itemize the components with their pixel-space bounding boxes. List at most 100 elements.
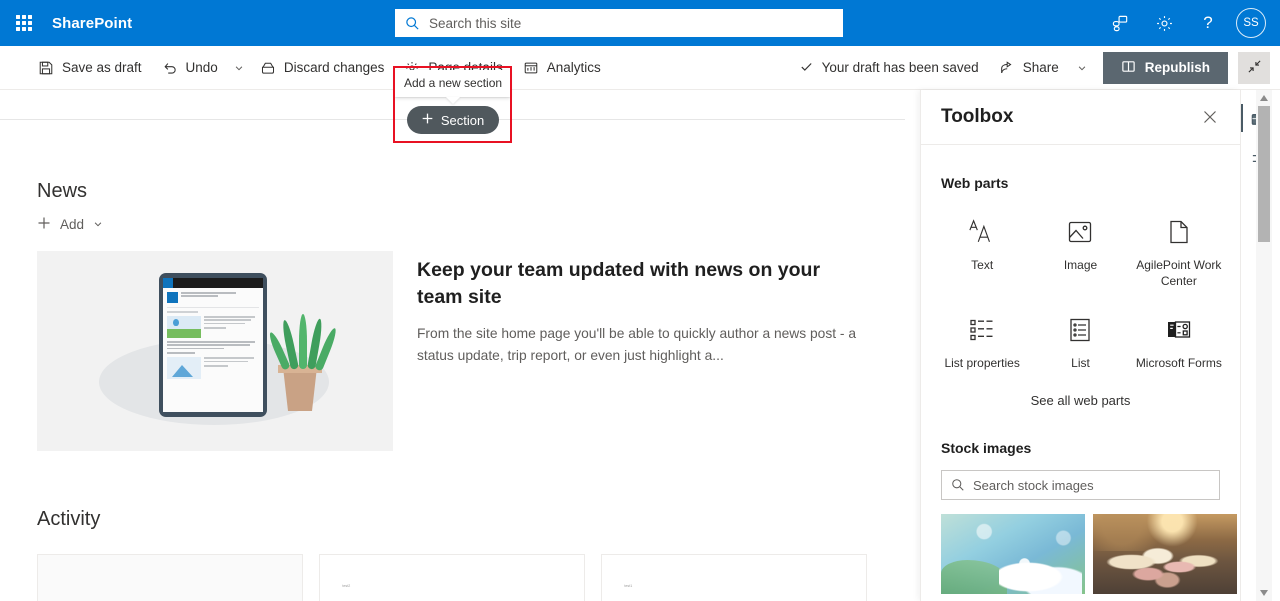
- command-bar-right: Your draft has been saved Share Republis…: [791, 48, 1270, 88]
- gear-icon[interactable]: [1144, 0, 1184, 46]
- stock-image-thumbnail[interactable]: [941, 514, 1085, 594]
- command-bar: Save as draft Undo Discard changes Page …: [0, 46, 1280, 90]
- toolbox-header: Toolbox: [921, 90, 1240, 145]
- web-part-label: Image: [1063, 258, 1098, 272]
- help-icon[interactable]: ?: [1188, 0, 1228, 46]
- undo-dropdown-chevron-down-icon[interactable]: [228, 48, 250, 88]
- undo-button[interactable]: Undo: [152, 48, 228, 88]
- news-add-button[interactable]: Add: [37, 216, 109, 233]
- news-thumbnail-illustration[interactable]: [37, 251, 393, 451]
- republish-label: Republish: [1144, 60, 1210, 75]
- scroll-down-arrow-icon[interactable]: [1256, 585, 1272, 601]
- draft-saved-status: Your draft has been saved: [791, 59, 987, 77]
- save-as-draft-button[interactable]: Save as draft: [28, 48, 152, 88]
- stock-image-thumbnail[interactable]: [1093, 514, 1237, 594]
- stock-images-grid: [921, 500, 1240, 594]
- news-add-label: Add: [60, 217, 85, 232]
- collapse-arrows-icon: [1247, 59, 1262, 77]
- tablet-illustration: [159, 273, 267, 417]
- close-icon[interactable]: [1196, 103, 1224, 131]
- stock-images-heading: Stock images: [941, 440, 1032, 456]
- web-parts-heading: Web parts: [941, 175, 1009, 191]
- web-part-label: Microsoft Forms: [1135, 356, 1222, 370]
- collapse-ribbon-button[interactable]: [1238, 51, 1270, 84]
- plus-icon: [37, 216, 51, 233]
- see-all-web-parts-link[interactable]: See all web parts: [1031, 393, 1131, 408]
- site-search-input[interactable]: [429, 15, 833, 31]
- analytics-button[interactable]: Analytics: [513, 48, 611, 88]
- suite-brand-sharepoint[interactable]: SharePoint: [48, 15, 132, 32]
- list-icon: [1067, 313, 1093, 347]
- share-button[interactable]: Share: [989, 48, 1069, 88]
- feedback-icon[interactable]: [1100, 0, 1140, 46]
- draft-saved-label: Your draft has been saved: [821, 60, 979, 75]
- waffle-icon: [16, 15, 32, 31]
- add-section-callout: Add a new section Section: [395, 70, 510, 134]
- activity-card-label: test2: [342, 583, 351, 588]
- news-card[interactable]: Keep your team updated with news on your…: [37, 251, 879, 451]
- activity-web-part: Activity test2 test1: [37, 506, 897, 601]
- command-bar-left: Save as draft Undo Discard changes Page …: [0, 48, 611, 88]
- add-section-label: Section: [440, 112, 485, 128]
- web-part-label: AgilePoint Work Center: [1136, 258, 1222, 288]
- app-launcher-button[interactable]: [0, 0, 48, 46]
- document-icon: [1166, 215, 1192, 249]
- web-part-agilepoint-work-center[interactable]: AgilePoint Work Center: [1130, 205, 1228, 297]
- checkmark-icon: [799, 59, 814, 77]
- news-card-title[interactable]: Keep your team updated with news on your…: [417, 257, 857, 311]
- scroll-up-arrow-icon[interactable]: [1256, 90, 1272, 106]
- list-properties-icon: [968, 313, 996, 347]
- save-icon: [38, 60, 54, 76]
- toolbox-title: Toolbox: [941, 106, 1014, 127]
- activity-heading: Activity: [37, 508, 101, 530]
- news-add-chevron-down-icon: [93, 217, 103, 232]
- analytics-icon: [523, 60, 539, 76]
- web-part-text[interactable]: Text: [933, 205, 1031, 297]
- text-icon: [967, 215, 997, 249]
- share-icon: [999, 60, 1015, 76]
- web-part-list[interactable]: List: [1031, 303, 1129, 379]
- suite-bar: SharePoint Search this site ? SS: [0, 0, 1280, 46]
- share-dropdown-chevron-down-icon[interactable]: [1071, 48, 1093, 88]
- activity-card[interactable]: test2: [319, 554, 585, 601]
- save-as-draft-label: Save as draft: [62, 60, 142, 75]
- analytics-label: Analytics: [546, 60, 601, 75]
- discard-icon: [260, 60, 276, 76]
- activity-card[interactable]: [37, 554, 303, 601]
- avatar[interactable]: SS: [1236, 8, 1266, 38]
- discard-changes-label: Discard changes: [283, 60, 385, 75]
- web-part-microsoft-forms[interactable]: Microsoft Forms: [1130, 303, 1228, 379]
- news-card-body: Keep your team updated with news on your…: [417, 251, 857, 451]
- publish-panel-icon: [1121, 59, 1136, 77]
- activity-card-list: test2 test1: [37, 554, 897, 601]
- web-part-label: List: [1071, 356, 1090, 370]
- activity-card[interactable]: test1: [601, 554, 867, 601]
- web-parts-grid: Text Image AgilePoint Work Center List p…: [921, 191, 1240, 379]
- stock-images-search-input[interactable]: [973, 477, 1210, 493]
- web-part-label: List properties: [944, 356, 1020, 370]
- toolbox-panel: Toolbox Web parts Text Image AgilePoint …: [920, 90, 1240, 601]
- scrollbar-thumb[interactable]: [1258, 106, 1270, 242]
- search-icon: [951, 478, 965, 492]
- image-icon: [1066, 215, 1094, 249]
- republish-button[interactable]: Republish: [1102, 51, 1228, 84]
- news-heading: News: [37, 180, 88, 202]
- callout-arrow: [445, 97, 460, 104]
- plus-icon: [421, 112, 434, 128]
- canvas-scrollbar[interactable]: [1256, 90, 1272, 601]
- undo-icon: [162, 60, 178, 76]
- stock-images-search-box[interactable]: [941, 470, 1220, 500]
- sharepoint-page-editor: SharePoint Search this site ? SS Save as…: [0, 0, 1280, 601]
- web-part-image[interactable]: Image: [1031, 205, 1129, 297]
- add-section-button[interactable]: Section: [406, 106, 499, 134]
- microsoft-forms-icon: [1165, 313, 1193, 347]
- discard-changes-button[interactable]: Discard changes: [250, 48, 395, 88]
- undo-label: Undo: [185, 60, 218, 75]
- web-part-list-properties[interactable]: List properties: [933, 303, 1031, 379]
- activity-card-label: test1: [624, 583, 633, 588]
- news-card-description: From the site home page you'll be able t…: [417, 326, 857, 363]
- page-canvas: News Add Keep your team updated with new…: [0, 90, 920, 601]
- add-section-tooltip: Add a new section: [395, 70, 510, 97]
- site-search-box[interactable]: [395, 9, 843, 37]
- news-web-part: News Add Keep your team updated with new…: [37, 178, 879, 451]
